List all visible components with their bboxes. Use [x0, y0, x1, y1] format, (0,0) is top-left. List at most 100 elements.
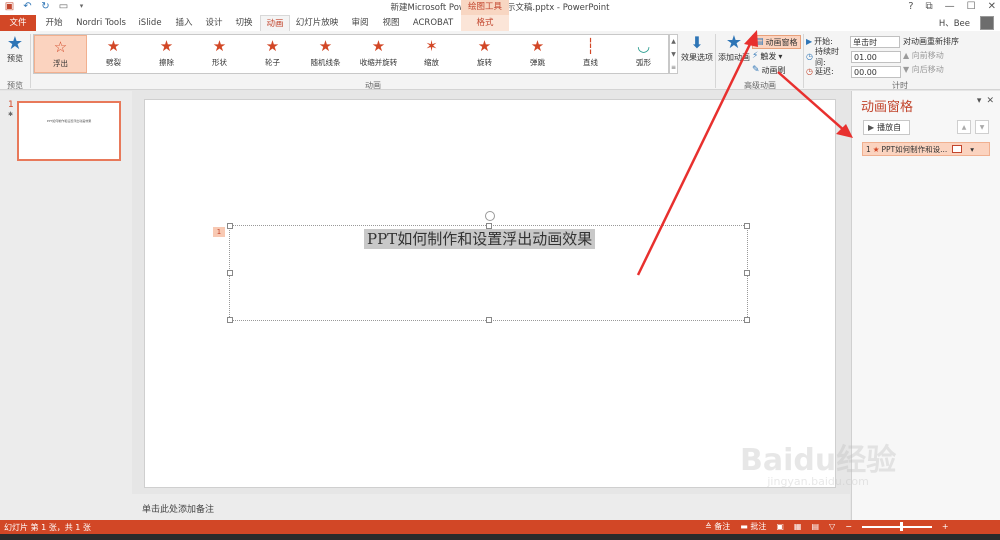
- separator: [803, 34, 804, 88]
- user-name[interactable]: H、Bee: [939, 17, 970, 29]
- preview-button[interactable]: ★ 预览: [4, 35, 26, 64]
- animation-list-item[interactable]: 1 ★ PPT如何制作和设... ▾: [862, 142, 990, 156]
- slide-thumbnail[interactable]: PPT如何制作和设置浮出动画效果: [17, 101, 121, 161]
- animation-split[interactable]: ★ 劈裂: [87, 35, 140, 73]
- move-earlier-button[interactable]: ▲ 向前移动: [903, 49, 959, 63]
- ribbon: ★ 预览 预览 ☆ 浮出 ★ 劈裂 ★ 擦除 ★ 形状 ★ 轮子 ★ 随机线条 ★ 收缩并旋转…: [0, 31, 1000, 90]
- title-textbox[interactable]: PPT如何制作和设置浮出动画效果: [227, 211, 750, 323]
- move-up-icon[interactable]: ▲: [957, 120, 971, 134]
- split-icon: ★: [106, 37, 121, 55]
- trigger-button[interactable]: ⚡ 触发 ▾: [752, 49, 801, 63]
- help-icon[interactable]: ?: [908, 0, 913, 14]
- tab-review[interactable]: 审阅: [346, 15, 374, 31]
- shape-icon: ★: [212, 37, 227, 55]
- animation-random-bars[interactable]: ★ 随机线条: [299, 35, 352, 73]
- notes-bar[interactable]: 单击此处添加备注: [132, 494, 850, 520]
- zoom-in-icon[interactable]: +: [942, 522, 949, 531]
- animation-bounce[interactable]: ★ 弹跳: [511, 35, 564, 73]
- tab-home[interactable]: 开始: [40, 15, 68, 31]
- notes-toggle[interactable]: ≙ 备注: [705, 521, 730, 532]
- animation-wipe[interactable]: ★ 擦除: [140, 35, 193, 73]
- animation-order-tag[interactable]: 1: [213, 227, 225, 237]
- animation-label: 收缩并旋转: [359, 58, 398, 67]
- tab-format[interactable]: 格式: [461, 15, 509, 31]
- tab-insert[interactable]: 插入: [170, 15, 198, 31]
- float-in-icon: ☆: [53, 38, 68, 56]
- entrance-star-icon: ★: [872, 144, 880, 154]
- zoom-slider[interactable]: [861, 521, 932, 531]
- zoom-icon: ✶: [425, 37, 438, 55]
- grow-turn-icon: ★: [371, 37, 386, 55]
- tab-design[interactable]: 设计: [200, 15, 228, 31]
- ribbon-display-icon[interactable]: ⧉: [926, 0, 933, 14]
- pane-options-icon[interactable]: ▾: [977, 96, 982, 106]
- effect-options-button[interactable]: ⬇ 效果选项: [680, 34, 714, 63]
- slide-canvas[interactable]: 1 PPT如何制作和设置浮出动画效果: [144, 99, 836, 488]
- advanced-animation-items: ▤ 动画窗格 ⚡ 触发 ▾ ✎ 动画刷: [752, 35, 801, 77]
- tab-transitions[interactable]: 切换: [230, 15, 258, 31]
- zoom-slider-thumb[interactable]: [899, 521, 903, 531]
- tab-view[interactable]: 视图: [377, 15, 405, 31]
- notes-placeholder[interactable]: 单击此处添加备注: [142, 502, 214, 515]
- animation-shape[interactable]: ★ 形状: [193, 35, 246, 73]
- pane-close-icon[interactable]: ✕: [986, 96, 994, 106]
- avatar[interactable]: [980, 16, 994, 30]
- animation-painter-button[interactable]: ✎ 动画刷: [752, 63, 801, 77]
- reading-view-icon[interactable]: ▤: [811, 522, 819, 531]
- delay-input[interactable]: 00.00: [850, 65, 901, 78]
- animation-float-in[interactable]: ☆ 浮出: [34, 35, 87, 73]
- animation-wheel[interactable]: ★ 轮子: [246, 35, 299, 73]
- resize-handle[interactable]: [227, 317, 233, 323]
- notes-icon: ≙: [705, 522, 715, 531]
- animation-arcs[interactable]: ◡ 弧形: [617, 35, 670, 73]
- slide-title-text[interactable]: PPT如何制作和设置浮出动画效果: [364, 229, 596, 249]
- zoom-out-icon[interactable]: −: [845, 522, 852, 531]
- resize-handle[interactable]: [744, 317, 750, 323]
- tab-slideshow[interactable]: 幻灯片放映: [292, 15, 342, 31]
- item-number: 1: [866, 144, 871, 154]
- tab-file[interactable]: 文件: [0, 15, 36, 31]
- tab-acrobat[interactable]: ACROBAT: [408, 15, 458, 31]
- add-animation-button[interactable]: ★ 添加动画: [718, 34, 750, 63]
- effect-options-label: 效果选项: [681, 53, 713, 62]
- resize-handle[interactable]: [744, 223, 750, 229]
- slide-number: 1: [8, 100, 14, 110]
- item-dropdown-icon[interactable]: ▾: [970, 145, 974, 154]
- play-from-label: 播放自: [877, 123, 902, 132]
- animation-zoom[interactable]: ✶ 缩放: [405, 35, 458, 73]
- animation-swivel[interactable]: ★ 旋转: [458, 35, 511, 73]
- maximize-icon[interactable]: ☐: [967, 0, 976, 14]
- resize-handle[interactable]: [486, 317, 492, 323]
- animation-grow-turn[interactable]: ★ 收缩并旋转: [352, 35, 405, 73]
- rotate-handle[interactable]: [485, 211, 495, 221]
- play-icon: ▶: [806, 37, 813, 46]
- animation-pane-button[interactable]: ▤ 动画窗格: [752, 35, 801, 49]
- trigger-icon: ⚡: [752, 51, 759, 61]
- move-down-icon[interactable]: ▼: [975, 120, 989, 134]
- normal-view-icon[interactable]: ▣: [776, 522, 784, 531]
- gallery-scroll[interactable]: ▲ ▼ ≡: [669, 34, 678, 74]
- animation-lines[interactable]: ┆ 直线: [564, 35, 617, 73]
- resize-handle[interactable]: [744, 270, 750, 276]
- status-bar: 幻灯片 第 1 张，共 1 张 ≙ 备注 ▬ 批注 ▣ ▦ ▤ ▽ − +: [0, 520, 1000, 534]
- start-select[interactable]: 单击时: [850, 35, 901, 48]
- slideshow-view-icon[interactable]: ▽: [829, 522, 835, 531]
- tab-animations[interactable]: 动画: [260, 15, 290, 31]
- duration-input[interactable]: 01.00: [850, 50, 901, 63]
- wheel-icon: ★: [265, 37, 280, 55]
- tab-nordri-tools[interactable]: Nordri Tools: [72, 15, 130, 31]
- taskbar: [0, 534, 1000, 540]
- resize-handle[interactable]: [227, 223, 233, 229]
- resize-handle[interactable]: [227, 270, 233, 276]
- comments-toggle[interactable]: ▬ 批注: [740, 521, 766, 532]
- animation-pane-icon: ▤: [755, 37, 764, 47]
- trigger-label: 触发: [760, 51, 777, 61]
- group-label-advanced: 高级动画: [744, 81, 776, 90]
- sorter-view-icon[interactable]: ▦: [794, 522, 802, 531]
- play-from-button[interactable]: ▶ 播放自: [863, 120, 910, 135]
- move-later-button[interactable]: ▼ 向后移动: [903, 63, 959, 77]
- minimize-icon[interactable]: —: [945, 0, 955, 14]
- close-icon[interactable]: ✕: [988, 0, 996, 14]
- tab-islide[interactable]: iSlide: [134, 15, 166, 31]
- wipe-icon: ★: [159, 37, 174, 55]
